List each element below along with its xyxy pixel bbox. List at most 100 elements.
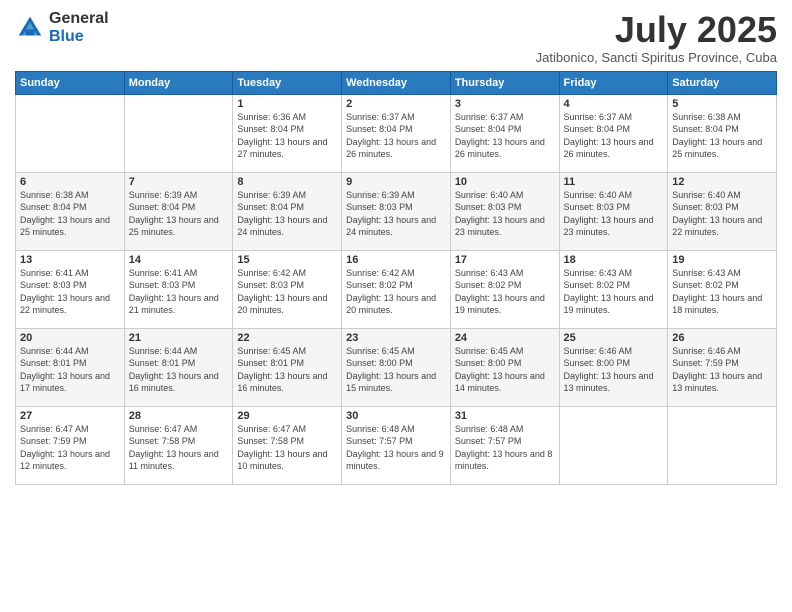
header-row: Sunday Monday Tuesday Wednesday Thursday… — [16, 71, 777, 94]
day-info: Sunrise: 6:46 AM Sunset: 8:00 PM Dayligh… — [564, 345, 664, 395]
day-number: 22 — [237, 332, 337, 344]
day-info: Sunrise: 6:47 AM Sunset: 7:58 PM Dayligh… — [129, 423, 229, 473]
calendar-cell: 21Sunrise: 6:44 AM Sunset: 8:01 PM Dayli… — [124, 328, 233, 406]
calendar-cell: 22Sunrise: 6:45 AM Sunset: 8:01 PM Dayli… — [233, 328, 342, 406]
subtitle: Jatibonico, Sancti Spiritus Province, Cu… — [536, 50, 777, 65]
day-info: Sunrise: 6:40 AM Sunset: 8:03 PM Dayligh… — [564, 189, 664, 239]
day-number: 1 — [237, 98, 337, 110]
calendar-body: 1Sunrise: 6:36 AM Sunset: 8:04 PM Daylig… — [16, 94, 777, 484]
day-number: 13 — [20, 254, 120, 266]
day-number: 3 — [455, 98, 555, 110]
calendar-cell: 4Sunrise: 6:37 AM Sunset: 8:04 PM Daylig… — [559, 94, 668, 172]
day-number: 19 — [672, 254, 772, 266]
day-number: 2 — [346, 98, 446, 110]
col-monday: Monday — [124, 71, 233, 94]
day-info: Sunrise: 6:36 AM Sunset: 8:04 PM Dayligh… — [237, 111, 337, 161]
day-info: Sunrise: 6:45 AM Sunset: 8:00 PM Dayligh… — [455, 345, 555, 395]
calendar-cell: 19Sunrise: 6:43 AM Sunset: 8:02 PM Dayli… — [668, 250, 777, 328]
calendar-cell: 9Sunrise: 6:39 AM Sunset: 8:03 PM Daylig… — [342, 172, 451, 250]
day-number: 18 — [564, 254, 664, 266]
calendar-cell: 26Sunrise: 6:46 AM Sunset: 7:59 PM Dayli… — [668, 328, 777, 406]
day-number: 11 — [564, 176, 664, 188]
day-info: Sunrise: 6:45 AM Sunset: 8:00 PM Dayligh… — [346, 345, 446, 395]
calendar-cell: 23Sunrise: 6:45 AM Sunset: 8:00 PM Dayli… — [342, 328, 451, 406]
day-info: Sunrise: 6:48 AM Sunset: 7:57 PM Dayligh… — [455, 423, 555, 473]
calendar-cell: 31Sunrise: 6:48 AM Sunset: 7:57 PM Dayli… — [450, 406, 559, 484]
calendar-cell: 16Sunrise: 6:42 AM Sunset: 8:02 PM Dayli… — [342, 250, 451, 328]
calendar-cell: 6Sunrise: 6:38 AM Sunset: 8:04 PM Daylig… — [16, 172, 125, 250]
day-number: 10 — [455, 176, 555, 188]
calendar-cell — [668, 406, 777, 484]
calendar-cell — [16, 94, 125, 172]
calendar-cell: 30Sunrise: 6:48 AM Sunset: 7:57 PM Dayli… — [342, 406, 451, 484]
calendar-cell: 28Sunrise: 6:47 AM Sunset: 7:58 PM Dayli… — [124, 406, 233, 484]
week-row-1: 1Sunrise: 6:36 AM Sunset: 8:04 PM Daylig… — [16, 94, 777, 172]
logo: General Blue — [15, 10, 109, 45]
day-number: 7 — [129, 176, 229, 188]
week-row-5: 27Sunrise: 6:47 AM Sunset: 7:59 PM Dayli… — [16, 406, 777, 484]
day-info: Sunrise: 6:42 AM Sunset: 8:03 PM Dayligh… — [237, 267, 337, 317]
col-sunday: Sunday — [16, 71, 125, 94]
calendar-cell: 14Sunrise: 6:41 AM Sunset: 8:03 PM Dayli… — [124, 250, 233, 328]
col-saturday: Saturday — [668, 71, 777, 94]
calendar-cell: 25Sunrise: 6:46 AM Sunset: 8:00 PM Dayli… — [559, 328, 668, 406]
col-thursday: Thursday — [450, 71, 559, 94]
calendar-cell: 27Sunrise: 6:47 AM Sunset: 7:59 PM Dayli… — [16, 406, 125, 484]
logo-blue: Blue — [49, 28, 109, 46]
calendar-cell: 17Sunrise: 6:43 AM Sunset: 8:02 PM Dayli… — [450, 250, 559, 328]
logo-general: General — [49, 10, 109, 28]
header: General Blue July 2025 Jatibonico, Sanct… — [15, 10, 777, 65]
calendar-cell: 15Sunrise: 6:42 AM Sunset: 8:03 PM Dayli… — [233, 250, 342, 328]
day-number: 20 — [20, 332, 120, 344]
col-friday: Friday — [559, 71, 668, 94]
day-info: Sunrise: 6:39 AM Sunset: 8:03 PM Dayligh… — [346, 189, 446, 239]
calendar-cell: 3Sunrise: 6:37 AM Sunset: 8:04 PM Daylig… — [450, 94, 559, 172]
day-number: 25 — [564, 332, 664, 344]
calendar-cell: 8Sunrise: 6:39 AM Sunset: 8:04 PM Daylig… — [233, 172, 342, 250]
calendar-cell: 1Sunrise: 6:36 AM Sunset: 8:04 PM Daylig… — [233, 94, 342, 172]
page: General Blue July 2025 Jatibonico, Sanct… — [0, 0, 792, 612]
week-row-4: 20Sunrise: 6:44 AM Sunset: 8:01 PM Dayli… — [16, 328, 777, 406]
day-info: Sunrise: 6:37 AM Sunset: 8:04 PM Dayligh… — [346, 111, 446, 161]
calendar-cell: 13Sunrise: 6:41 AM Sunset: 8:03 PM Dayli… — [16, 250, 125, 328]
day-info: Sunrise: 6:43 AM Sunset: 8:02 PM Dayligh… — [672, 267, 772, 317]
day-number: 15 — [237, 254, 337, 266]
day-number: 30 — [346, 410, 446, 422]
calendar-table: Sunday Monday Tuesday Wednesday Thursday… — [15, 71, 777, 485]
calendar-cell: 29Sunrise: 6:47 AM Sunset: 7:58 PM Dayli… — [233, 406, 342, 484]
day-number: 17 — [455, 254, 555, 266]
day-info: Sunrise: 6:41 AM Sunset: 8:03 PM Dayligh… — [129, 267, 229, 317]
day-info: Sunrise: 6:37 AM Sunset: 8:04 PM Dayligh… — [455, 111, 555, 161]
calendar-cell — [559, 406, 668, 484]
day-number: 27 — [20, 410, 120, 422]
calendar-cell: 7Sunrise: 6:39 AM Sunset: 8:04 PM Daylig… — [124, 172, 233, 250]
calendar-cell — [124, 94, 233, 172]
day-info: Sunrise: 6:41 AM Sunset: 8:03 PM Dayligh… — [20, 267, 120, 317]
day-info: Sunrise: 6:46 AM Sunset: 7:59 PM Dayligh… — [672, 345, 772, 395]
day-info: Sunrise: 6:43 AM Sunset: 8:02 PM Dayligh… — [455, 267, 555, 317]
day-number: 4 — [564, 98, 664, 110]
day-info: Sunrise: 6:43 AM Sunset: 8:02 PM Dayligh… — [564, 267, 664, 317]
day-info: Sunrise: 6:45 AM Sunset: 8:01 PM Dayligh… — [237, 345, 337, 395]
day-number: 23 — [346, 332, 446, 344]
calendar-cell: 10Sunrise: 6:40 AM Sunset: 8:03 PM Dayli… — [450, 172, 559, 250]
day-info: Sunrise: 6:40 AM Sunset: 8:03 PM Dayligh… — [455, 189, 555, 239]
day-number: 6 — [20, 176, 120, 188]
week-row-2: 6Sunrise: 6:38 AM Sunset: 8:04 PM Daylig… — [16, 172, 777, 250]
day-number: 12 — [672, 176, 772, 188]
day-number: 26 — [672, 332, 772, 344]
day-number: 16 — [346, 254, 446, 266]
col-wednesday: Wednesday — [342, 71, 451, 94]
day-number: 24 — [455, 332, 555, 344]
calendar-cell: 2Sunrise: 6:37 AM Sunset: 8:04 PM Daylig… — [342, 94, 451, 172]
day-info: Sunrise: 6:37 AM Sunset: 8:04 PM Dayligh… — [564, 111, 664, 161]
day-number: 28 — [129, 410, 229, 422]
day-number: 31 — [455, 410, 555, 422]
day-number: 14 — [129, 254, 229, 266]
calendar-cell: 12Sunrise: 6:40 AM Sunset: 8:03 PM Dayli… — [668, 172, 777, 250]
main-title: July 2025 — [536, 10, 777, 50]
day-info: Sunrise: 6:44 AM Sunset: 8:01 PM Dayligh… — [20, 345, 120, 395]
logo-text: General Blue — [49, 10, 109, 45]
day-number: 9 — [346, 176, 446, 188]
day-number: 8 — [237, 176, 337, 188]
